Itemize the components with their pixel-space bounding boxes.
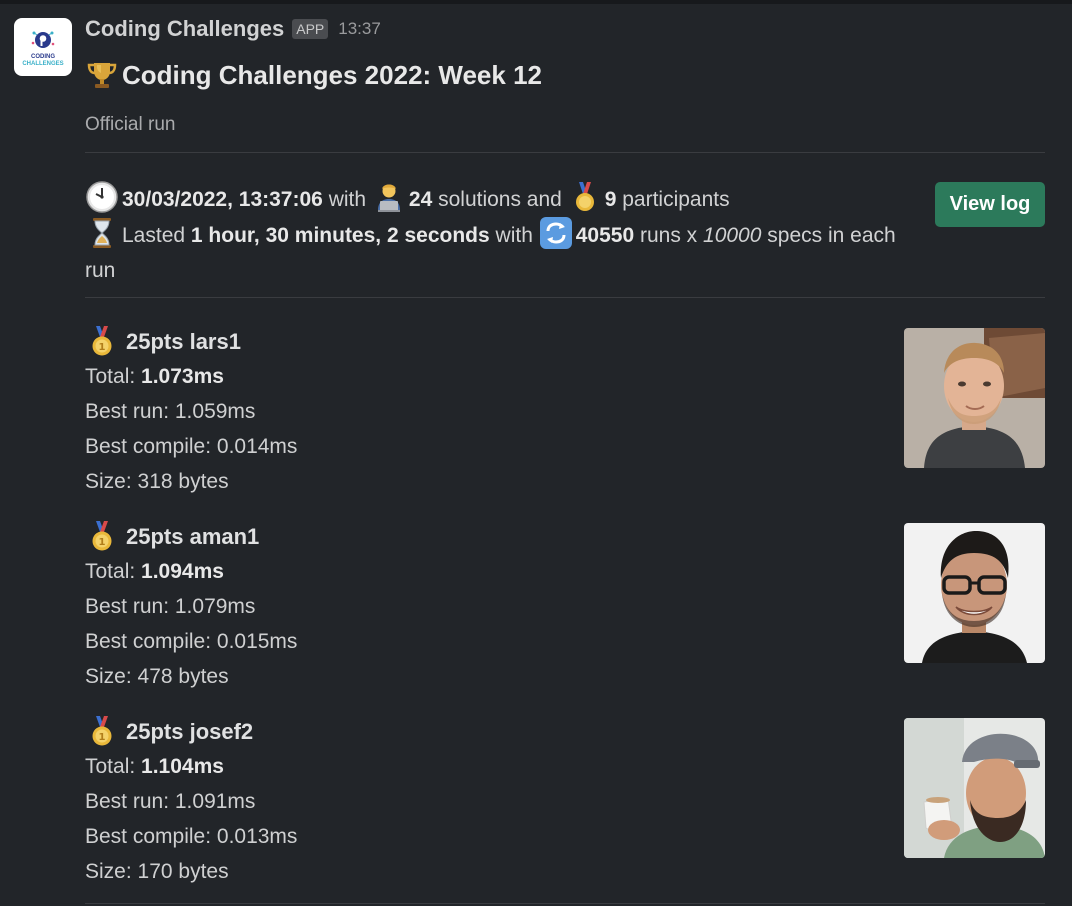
view-log-button[interactable]: View log bbox=[935, 182, 1045, 227]
participants-label: participants bbox=[622, 188, 730, 211]
entry-best-compile: Best compile: 0.014ms bbox=[85, 435, 298, 458]
repeat-icon bbox=[539, 216, 573, 250]
leaderboard-entry: 1 25pts aman1 Total: 1.094ms Best run: 1… bbox=[85, 519, 1045, 694]
entry-size: Size: 318 bytes bbox=[85, 470, 229, 493]
divider bbox=[85, 903, 1045, 904]
entry-rank-line: 1 25pts lars1 bbox=[85, 324, 1045, 359]
entry-best-run: Best run: 1.091ms bbox=[85, 790, 256, 813]
total-value: 1.094ms bbox=[141, 560, 224, 583]
total-value: 1.073ms bbox=[141, 365, 224, 388]
svg-text:1: 1 bbox=[99, 732, 106, 743]
app-badge: APP bbox=[292, 19, 329, 39]
summary-with-2: with bbox=[495, 223, 533, 247]
title-text: Coding Challenges 2022: Week 12 bbox=[122, 59, 542, 90]
solutions-count: 24 bbox=[408, 188, 433, 211]
run-duration: 1 hour, 30 minutes, 2 seconds bbox=[190, 223, 490, 247]
message-title: Coding Challenges 2022: Week 12 bbox=[85, 56, 542, 94]
medal-icon bbox=[568, 180, 602, 214]
first-place-medal-icon: 1 bbox=[85, 324, 119, 358]
total-label: Total: bbox=[85, 560, 142, 583]
participant-photo[interactable] bbox=[904, 718, 1045, 858]
hourglass-icon bbox=[85, 216, 119, 250]
app-name[interactable]: Coding Challenges bbox=[85, 16, 284, 42]
total-value: 1.104ms bbox=[141, 755, 224, 778]
entry-best-run: Best run: 1.059ms bbox=[85, 400, 256, 423]
entry-size: Size: 478 bytes bbox=[85, 665, 229, 688]
svg-text:1: 1 bbox=[99, 537, 106, 548]
first-place-medal-icon: 1 bbox=[85, 714, 119, 748]
avatar-logo-text: CODING CHALLENGES bbox=[22, 54, 64, 67]
message-header: Coding Challenges APP 13:37 bbox=[85, 14, 381, 44]
app-avatar[interactable]: CODING CHALLENGES bbox=[14, 18, 72, 76]
divider bbox=[85, 152, 1045, 153]
entry-best-compile: Best compile: 0.013ms bbox=[85, 825, 298, 848]
entry-name: 25pts josef2 bbox=[126, 719, 254, 744]
lasted-label: Lasted bbox=[122, 223, 186, 247]
leaderboard-entry: 1 25pts lars1 Total: 1.073ms Best run: 1… bbox=[85, 324, 1045, 499]
entry-total: Total: 1.094ms bbox=[85, 554, 1045, 589]
runs-label: runs x bbox=[639, 223, 698, 247]
entry-size: Size: 170 bytes bbox=[85, 860, 229, 883]
total-label: Total: bbox=[85, 365, 142, 388]
svg-text:1: 1 bbox=[99, 342, 106, 353]
clock-icon bbox=[85, 180, 119, 214]
divider bbox=[85, 297, 1045, 298]
entry-total: Total: 1.104ms bbox=[85, 749, 1045, 784]
entry-best-compile: Best compile: 0.015ms bbox=[85, 630, 298, 653]
run-datetime: 30/03/2022, 13:37:06 bbox=[122, 188, 323, 211]
coding-challenges-logo-icon bbox=[30, 27, 56, 53]
run-summary: 30/03/2022, 13:37:06 with 24 solutions a… bbox=[85, 180, 915, 289]
solutions-label: solutions and bbox=[438, 188, 562, 211]
entry-name: 25pts lars1 bbox=[126, 329, 241, 354]
entry-rank-line: 1 25pts josef2 bbox=[85, 714, 1045, 749]
entry-name: 25pts aman1 bbox=[126, 524, 260, 549]
trophy-icon bbox=[85, 58, 119, 92]
message-subtitle: Official run bbox=[85, 114, 176, 135]
leaderboard-entry: 1 25pts josef2 Total: 1.104ms Best run: … bbox=[85, 714, 1045, 889]
entry-rank-line: 1 25pts aman1 bbox=[85, 519, 1045, 554]
participant-photo[interactable] bbox=[904, 328, 1045, 468]
message-pane: CODING CHALLENGES Coding Challenges APP … bbox=[0, 0, 1072, 906]
participants-count: 9 bbox=[604, 188, 617, 211]
entry-best-run: Best run: 1.079ms bbox=[85, 595, 256, 618]
summary-with-1: with bbox=[328, 188, 367, 211]
runs-count: 40550 bbox=[575, 223, 635, 247]
participant-photo[interactable] bbox=[904, 523, 1045, 663]
technologist-icon bbox=[372, 180, 406, 214]
message-timestamp[interactable]: 13:37 bbox=[338, 19, 381, 39]
specs-count: 10000 bbox=[703, 223, 762, 247]
entry-total: Total: 1.073ms bbox=[85, 359, 1045, 394]
total-label: Total: bbox=[85, 755, 142, 778]
first-place-medal-icon: 1 bbox=[85, 519, 119, 553]
